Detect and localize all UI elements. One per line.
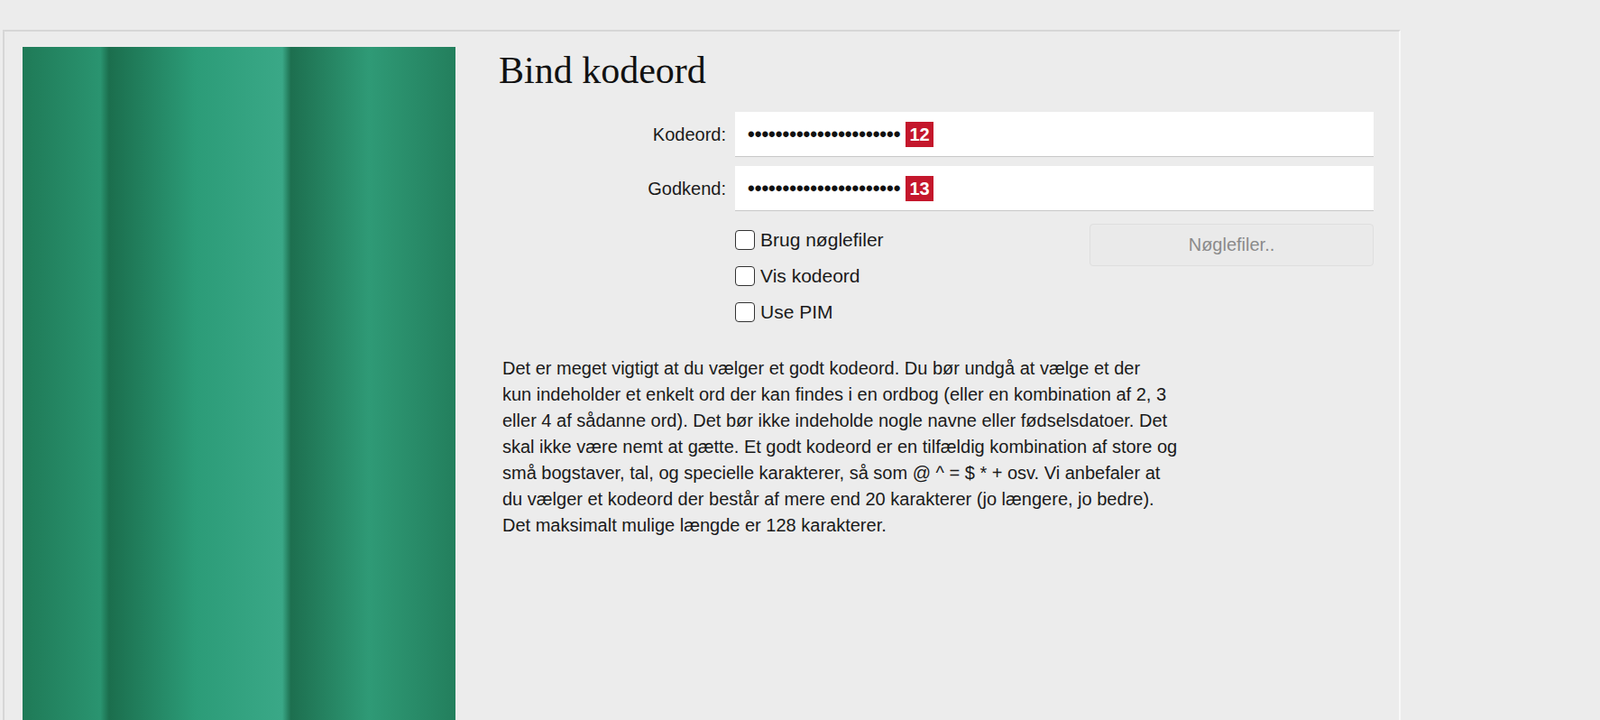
checkbox-row[interactable]: Use PIM	[735, 297, 1090, 327]
checkbox-row[interactable]: Vis kodeord	[735, 261, 1090, 291]
checkbox-row[interactable]: Brug nøglefiler	[735, 225, 1090, 255]
annotation-badge: 13	[905, 175, 933, 202]
description-line: skal ikke være nemt at gætte. Et godt ko…	[502, 433, 1399, 460]
description: Det er meget vigtigt at du vælger et god…	[502, 355, 1399, 539]
annotation-badge: 12	[905, 121, 933, 148]
password-dots: ••••••••••••••••••••••	[747, 176, 901, 201]
checkbox-list: Brug nøglefiler Vis kodeord Use PIM	[735, 225, 1090, 327]
dialog-title: Bind kodeord	[498, 48, 1399, 92]
padlock-photo	[22, 46, 456, 720]
description-line: Det er meget vigtigt at du vælger et god…	[502, 355, 1399, 382]
checkbox[interactable]	[735, 266, 755, 286]
description-line: eller 4 af sådanne ord). Det bør ikke in…	[502, 407, 1399, 434]
checkbox-label: Brug nøglefiler	[760, 229, 884, 251]
checkbox-label: Use PIM	[760, 301, 834, 323]
description-line: Det maksimalt mulige længde er 128 karak…	[502, 512, 1399, 539]
field-label: Godkend:	[498, 178, 727, 200]
field-row: Godkend: ••••••••••••••••••••••13	[498, 165, 1399, 212]
checkbox[interactable]	[735, 302, 755, 322]
password-dots: ••••••••••••••••••••••	[747, 122, 901, 147]
description-line: små bogstaver, tal, og specielle karakte…	[502, 459, 1399, 487]
password-input[interactable]: ••••••••••••••••••••••13	[735, 165, 1374, 212]
dialog-panel: Bind kodeord Kodeord: ••••••••••••••••••••…	[2, 29, 1401, 720]
checkbox-label: Vis kodeord	[760, 265, 861, 287]
options-row: Brug nøglefiler Vis kodeord Use PIM Nøglefi…	[498, 225, 1399, 327]
field-label: Kodeord:	[498, 124, 727, 146]
keyfiles-button[interactable]: Nøglefiler..	[1089, 223, 1374, 267]
password-input[interactable]: ••••••••••••••••••••••12	[735, 111, 1374, 157]
page: Bind kodeord Kodeord: ••••••••••••••••••••…	[0, 0, 1600, 720]
field-row: Kodeord: ••••••••••••••••••••••12	[498, 111, 1399, 157]
description-line: du vælger et kodeord der består af mere …	[502, 486, 1399, 513]
checkbox[interactable]	[735, 229, 755, 250]
description-line: kun indeholder et enkelt ord der kan fin…	[502, 381, 1399, 408]
password-form: Bind kodeord Kodeord: ••••••••••••••••••••…	[498, 46, 1399, 720]
